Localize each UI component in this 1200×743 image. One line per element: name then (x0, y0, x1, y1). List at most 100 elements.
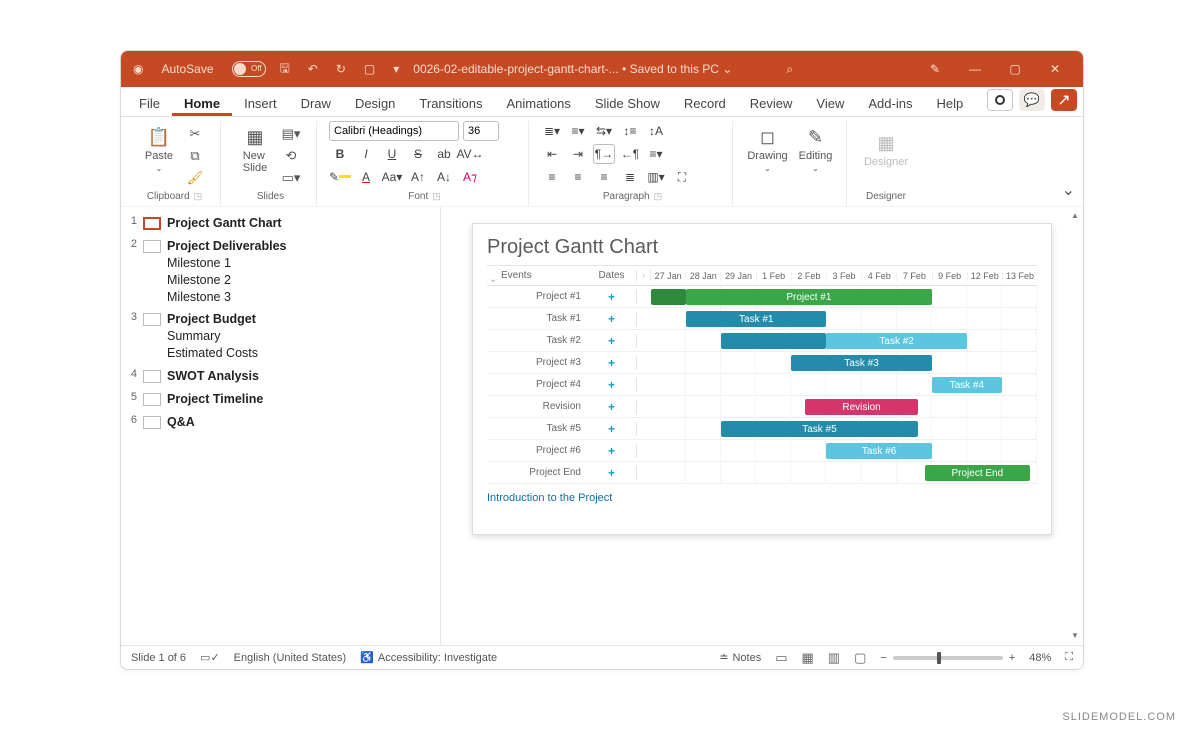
align-center-button[interactable]: ≡ (567, 167, 589, 187)
camera-mode-icon[interactable] (987, 89, 1013, 111)
gantt-row[interactable]: Project #1+Project #1 (487, 286, 1037, 308)
gantt-row[interactable]: Revision+Revision (487, 396, 1037, 418)
tab-insert[interactable]: Insert (232, 90, 289, 116)
reading-view-icon[interactable]: ▥ (828, 650, 840, 666)
shadow-button[interactable]: ab (433, 144, 455, 164)
gantt-chart[interactable]: ⌄EventsDates›27 Jan28 Jan29 Jan1 Feb2 Fe… (487, 265, 1037, 484)
zoom-control[interactable]: − + (880, 652, 1015, 664)
paste-button[interactable]: 📋Paste⌄ (137, 121, 181, 179)
accessibility-status[interactable]: ♿ Accessibility: Investigate (360, 651, 497, 664)
tab-add-ins[interactable]: Add-ins (856, 90, 924, 116)
tab-home[interactable]: Home (172, 90, 232, 116)
tab-draw[interactable]: Draw (289, 90, 343, 116)
font-color-button[interactable]: A (355, 167, 377, 187)
slide-counter[interactable]: Slide 1 of 6 (131, 652, 186, 664)
copy-icon[interactable]: ⧉ (185, 147, 205, 165)
from-beginning-icon[interactable]: ▢ (360, 51, 379, 87)
language-status[interactable]: English (United States) (234, 652, 347, 664)
columns-button[interactable]: ▥▾ (645, 167, 667, 187)
tab-transitions[interactable]: Transitions (407, 90, 494, 116)
cut-icon[interactable]: ✂ (185, 125, 205, 143)
save-icon[interactable]: 🖫 (276, 51, 294, 87)
list-level-button[interactable]: ⇆▾ (593, 121, 615, 141)
line-spacing-button[interactable]: ↕≡ (619, 121, 641, 141)
numbering-button[interactable]: ≡▾ (567, 121, 589, 141)
outline-slide[interactable]: 2Project DeliverablesMilestone 1Mileston… (127, 238, 434, 306)
gantt-row[interactable]: Task #5+Task #5 (487, 418, 1037, 440)
new-slide-button[interactable]: ▦New Slide (233, 121, 277, 179)
gantt-row[interactable]: Project #3+Task #3 (487, 352, 1037, 374)
align-text-button[interactable]: ≡▾ (645, 144, 667, 164)
comments-icon[interactable]: 💬 (1019, 89, 1045, 111)
notes-button[interactable]: ≐ Notes (719, 651, 761, 664)
underline-button[interactable]: U (381, 144, 403, 164)
text-direction-button[interactable]: ↕A (645, 121, 667, 141)
tab-design[interactable]: Design (343, 90, 407, 116)
rtl-button[interactable]: ←¶ (619, 144, 641, 164)
fit-window-icon[interactable]: ⛶ (1065, 651, 1073, 664)
normal-view-icon[interactable]: ▭ (775, 650, 787, 666)
layout-icon[interactable]: ▤▾ (281, 125, 301, 143)
shrink-font-button[interactable]: A↓ (433, 167, 455, 187)
format-painter-icon[interactable]: 🖌 (185, 169, 205, 187)
maximize-icon[interactable]: ▢ (995, 51, 1035, 87)
gantt-row[interactable]: Project #4+Task #4 (487, 374, 1037, 396)
scroll-up-icon[interactable]: ▲ (1071, 211, 1079, 221)
gantt-row[interactable]: Task #2+Task #2 (487, 330, 1037, 352)
undo-icon[interactable]: ↶ (304, 51, 322, 87)
outline-slide[interactable]: 6Q&A (127, 414, 434, 431)
gantt-row[interactable]: Task #1+Task #1 (487, 308, 1037, 330)
editing-button[interactable]: ✎Editing⌄ (794, 121, 838, 179)
zoom-in-icon[interactable]: + (1009, 652, 1015, 664)
bold-button[interactable]: B (329, 144, 351, 164)
qatoolbar-more-icon[interactable]: ▾ (389, 51, 403, 87)
zoom-out-icon[interactable]: − (880, 652, 886, 664)
collapse-ribbon-icon[interactable]: ⌄ (1062, 180, 1075, 200)
share-button[interactable]: ↗ (1051, 89, 1077, 111)
highlight-button[interactable]: ✎ (329, 167, 351, 187)
ltr-button[interactable]: ¶→ (593, 144, 615, 164)
reset-icon[interactable]: ⟲ (281, 147, 301, 165)
align-right-button[interactable]: ≡ (593, 167, 615, 187)
char-spacing-button[interactable]: AV↔ (459, 144, 481, 164)
dec-indent-button[interactable]: ⇤ (541, 144, 563, 164)
italic-button[interactable]: I (355, 144, 377, 164)
font-size-select[interactable] (463, 121, 499, 141)
draw-mode-icon[interactable]: ✎ (915, 51, 955, 87)
tab-slide-show[interactable]: Slide Show (583, 90, 672, 116)
slide-canvas[interactable]: Project Gantt Chart ⌄EventsDates›27 Jan2… (472, 223, 1052, 535)
clear-format-button[interactable]: A⁊ (459, 167, 481, 187)
smartart-button[interactable]: ⛶ (671, 167, 693, 187)
inc-indent-button[interactable]: ⇥ (567, 144, 589, 164)
vertical-scrollbar[interactable]: ▲ ▼ (1071, 223, 1079, 629)
justify-button[interactable]: ≣ (619, 167, 641, 187)
gantt-row[interactable]: Project End+Project End (487, 462, 1037, 484)
outline-slide[interactable]: 4SWOT Analysis (127, 368, 434, 385)
scroll-down-icon[interactable]: ▼ (1071, 631, 1079, 641)
outline-slide[interactable]: 5Project Timeline (127, 391, 434, 408)
outline-slide[interactable]: 1Project Gantt Chart (127, 215, 434, 232)
grow-font-button[interactable]: A↑ (407, 167, 429, 187)
tab-view[interactable]: View (804, 90, 856, 116)
gantt-row[interactable]: Project #6+Task #6 (487, 440, 1037, 462)
tab-record[interactable]: Record (672, 90, 738, 116)
search-icon[interactable]: ⌕ (782, 51, 797, 87)
drawing-button[interactable]: ◻Drawing⌄ (746, 121, 790, 179)
slideshow-view-icon[interactable]: ▢ (854, 650, 866, 666)
autosave-toggle[interactable]: Off (232, 61, 266, 77)
minimize-icon[interactable]: — (955, 51, 995, 87)
close-icon[interactable]: ✕ (1035, 51, 1075, 87)
outline-slide[interactable]: 3Project BudgetSummaryEstimated Costs (127, 311, 434, 362)
spell-check-icon[interactable]: ▭✓ (200, 651, 220, 664)
font-name-select[interactable] (329, 121, 459, 141)
bullets-button[interactable]: ≣▾ (541, 121, 563, 141)
tab-help[interactable]: Help (924, 90, 975, 116)
tab-file[interactable]: File (127, 90, 172, 116)
strike-button[interactable]: S (407, 144, 429, 164)
change-case-button[interactable]: Aa▾ (381, 167, 403, 187)
zoom-percent[interactable]: 48% (1029, 652, 1051, 664)
align-left-button[interactable]: ≡ (541, 167, 563, 187)
redo-icon[interactable]: ↻ (332, 51, 350, 87)
slide-subtitle[interactable]: Introduction to the Project (487, 492, 1037, 504)
tab-animations[interactable]: Animations (495, 90, 583, 116)
